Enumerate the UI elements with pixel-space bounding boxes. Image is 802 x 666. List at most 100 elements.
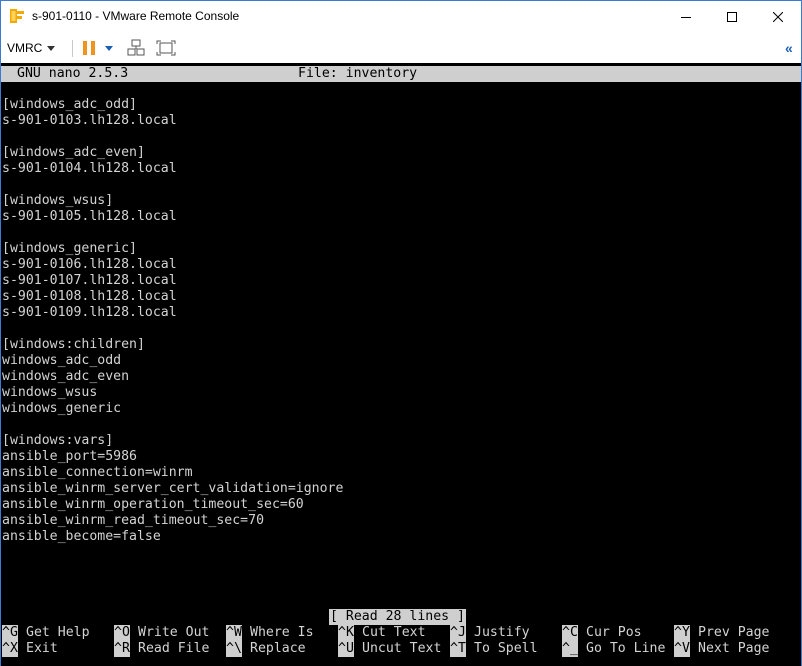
buffer-line: [windows_adc_odd] [2, 97, 137, 112]
shortcut-label: Replace [250, 641, 306, 656]
shortcut-cur-pos[interactable]: ^C Cur Pos [562, 625, 642, 641]
shortcut-replace[interactable]: ^\ Replace [226, 641, 306, 657]
chevron-down-icon [47, 45, 56, 51]
buffer-line: s-901-0107.lh128.local [2, 273, 177, 288]
nano-version: GNU nano 2.5.3 [17, 66, 129, 81]
buffer-line: s-901-0104.lh128.local [2, 161, 177, 176]
vmrc-window: s-901-0110 - VMware Remote Console VMRC [0, 0, 802, 666]
shortcut-justify[interactable]: ^J Justify [450, 625, 530, 641]
shortcut-label: Exit [26, 641, 58, 656]
nano-status-message: [ Read 28 lines ] [329, 609, 466, 625]
shortcut-get-help[interactable]: ^G Get Help [2, 625, 90, 641]
shortcut-label: Justify [474, 625, 530, 640]
nano-shortcut-bar: ^G Get Help ^O Write Out ^W Where Is ^K Cut … [1, 625, 801, 657]
shortcut-label: Uncut Text [362, 641, 442, 656]
buffer-line: [windows_adc_even] [2, 145, 145, 160]
shortcut-key: ^_ [562, 641, 578, 657]
collapse-toolbar-icon[interactable]: « [785, 40, 793, 56]
buffer-line: s-901-0109.lh128.local [2, 305, 177, 320]
minimize-button[interactable] [663, 1, 709, 32]
nano-file-name: File: inventory [298, 66, 418, 81]
send-ctrl-alt-del-button[interactable] [127, 38, 145, 58]
shortcut-key: ^G [2, 625, 18, 641]
shortcut-label: Write Out [138, 625, 210, 640]
buffer-line [2, 225, 343, 241]
toolbar-divider [72, 40, 73, 57]
shortcut-key: ^O [114, 625, 130, 641]
shortcut-key: ^K [338, 625, 354, 641]
shortcut-to-spell[interactable]: ^T To Spell [450, 641, 538, 657]
buffer-line: windows_generic [2, 401, 122, 416]
close-icon [773, 11, 783, 22]
maximize-icon [727, 11, 737, 22]
ctrl-alt-del-icon [127, 39, 145, 56]
shortcut-key: ^X [2, 641, 18, 657]
buffer-line: ansible_winrm_read_timeout_sec=70 [2, 513, 265, 528]
pause-icon [83, 41, 95, 55]
buffer-line: s-901-0106.lh128.local [2, 257, 177, 272]
shortcut-label: Prev Page [698, 625, 770, 640]
shortcut-key: ^\ [226, 641, 242, 657]
buffer-line: windows_adc_odd [2, 353, 122, 368]
shortcut-label: Next Page [698, 641, 770, 656]
buffer-line: [windows:vars] [2, 433, 114, 448]
shortcut-prev-page[interactable]: ^Y Prev Page [674, 625, 769, 641]
shortcut-write-out[interactable]: ^O Write Out [114, 625, 209, 641]
buffer-line: [windows_generic] [2, 241, 137, 256]
buffer-line [2, 417, 343, 433]
nano-title-bar: GNU nano 2.5.3 File: inventory [1, 66, 801, 82]
buffer-line: [windows_wsus] [2, 193, 114, 208]
shortcut-key: ^W [226, 625, 242, 641]
shortcut-read-file[interactable]: ^R Read File [114, 641, 209, 657]
shortcut-label: Read File [138, 641, 210, 656]
buffer-line: ansible_winrm_server_cert_validation=ign… [2, 481, 344, 496]
buffer-line: ansible_become=false [2, 529, 161, 544]
shortcut-label: Cur Pos [586, 625, 642, 640]
shortcut-key: ^Y [674, 625, 690, 641]
buffer-line [2, 321, 343, 337]
shortcut-label: Where Is [250, 625, 314, 640]
maximize-button[interactable] [709, 1, 755, 32]
vmrc-menu-button[interactable]: VMRC [7, 37, 56, 58]
shortcut-key: ^J [450, 625, 466, 641]
editor-buffer[interactable]: [windows_adc_odd] s-901-0103.lh128.local… [2, 97, 343, 545]
buffer-line: ansible_connection=winrm [2, 465, 193, 480]
shortcut-key: ^C [562, 625, 578, 641]
shortcut-label: Go To Line [586, 641, 666, 656]
chevron-down-icon [105, 46, 113, 51]
shortcut-key: ^R [114, 641, 130, 657]
console-screen[interactable]: GNU nano 2.5.3 File: inventory [windows_… [1, 63, 801, 666]
buffer-line: [windows:children] [2, 337, 145, 352]
buffer-line: s-901-0108.lh128.local [2, 289, 177, 304]
shortcut-go-to-line[interactable]: ^_ Go To Line [562, 641, 665, 657]
fullscreen-icon [156, 40, 176, 56]
shortcut-label: To Spell [474, 641, 538, 656]
buffer-line: ansible_port=5986 [2, 449, 137, 464]
shortcut-exit[interactable]: ^X Exit [2, 641, 58, 657]
minimize-icon [681, 16, 691, 18]
window-title: s-901-0110 - VMware Remote Console [32, 9, 240, 23]
shortcut-label: Get Help [26, 625, 90, 640]
shortcut-uncut-text[interactable]: ^U Uncut Text [338, 641, 441, 657]
shortcut-key: ^T [450, 641, 466, 657]
pause-button[interactable] [81, 38, 97, 58]
shortcut-cut-text[interactable]: ^K Cut Text [338, 625, 426, 641]
buffer-line: windows_wsus [2, 385, 98, 400]
buffer-line [2, 177, 343, 193]
title-bar[interactable]: s-901-0110 - VMware Remote Console [1, 1, 801, 32]
close-button[interactable] [755, 1, 801, 32]
buffer-line: s-901-0105.lh128.local [2, 209, 177, 224]
shortcut-label: Cut Text [362, 625, 426, 640]
power-options-dropdown[interactable] [105, 38, 113, 58]
shortcut-key: ^U [338, 641, 354, 657]
vmrc-toolbar: VMRC « [1, 32, 801, 63]
shortcut-where-is[interactable]: ^W Where Is [226, 625, 314, 641]
shortcut-next-page[interactable]: ^V Next Page [674, 641, 769, 657]
vmrc-menu-label: VMRC [7, 40, 43, 55]
buffer-line: windows_adc_even [2, 369, 130, 384]
vmware-app-icon [10, 9, 24, 23]
fullscreen-button[interactable] [156, 38, 176, 58]
buffer-line [2, 129, 343, 145]
shortcut-key: ^V [674, 641, 690, 657]
buffer-line: s-901-0103.lh128.local [2, 113, 177, 128]
